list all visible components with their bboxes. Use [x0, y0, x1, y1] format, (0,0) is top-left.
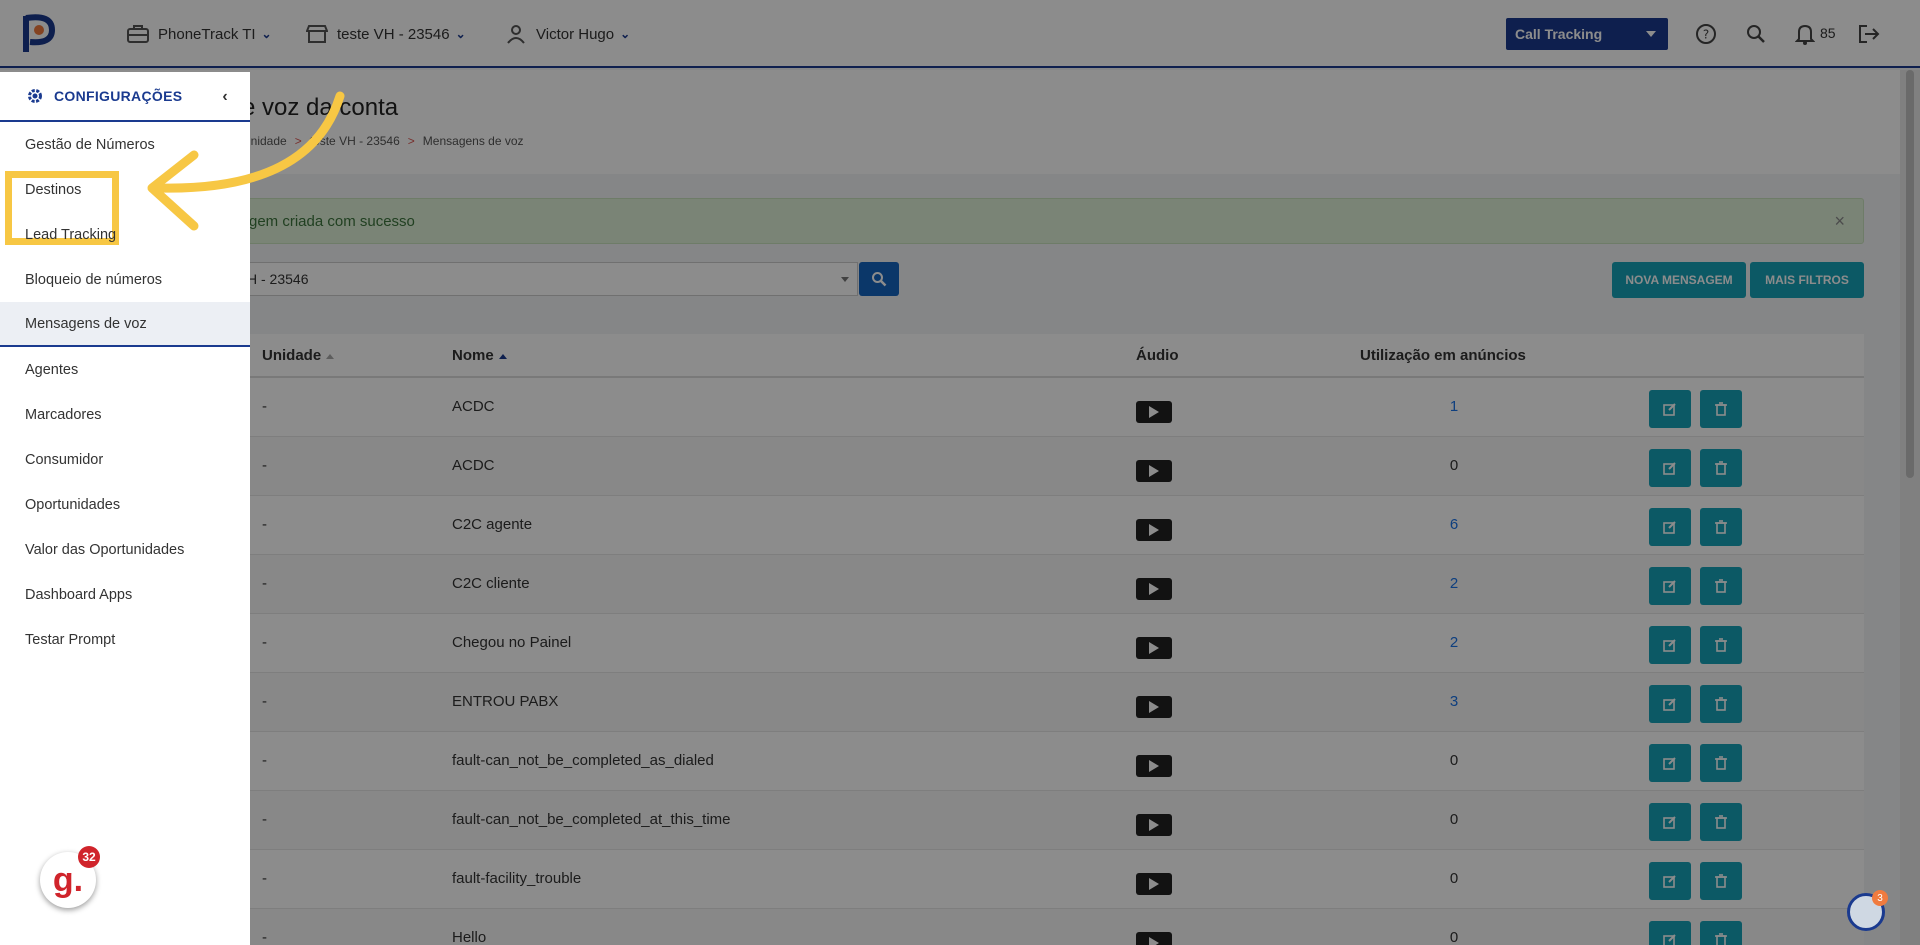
sidebar-item-label: Testar Prompt	[25, 631, 116, 648]
chat-logo: g.	[52, 860, 84, 899]
modal-overlay	[0, 0, 1920, 945]
chevron-left-icon[interactable]: ‹	[222, 88, 228, 106]
sidebar-item-label: Gestão de Números	[25, 136, 155, 153]
sidebar-item-gest-o-de-n-meros[interactable]: Gestão de Números	[0, 122, 250, 167]
sidebar-header: CONFIGURAÇÕES ‹	[0, 72, 250, 122]
sidebar-menu: Gestão de Números Destinos Lead Tracking Bl…	[0, 122, 250, 662]
sidebar-item-label: Consumidor	[25, 451, 104, 468]
sidebar-item-label: Mensagens de voz	[25, 315, 147, 332]
sidebar-item-lead-tracking[interactable]: Lead Tracking	[0, 212, 250, 257]
sidebar-item-bloqueio-de-n-meros[interactable]: Bloqueio de números	[0, 257, 250, 302]
sidebar-item-dashboard-apps[interactable]: Dashboard Apps	[0, 572, 250, 617]
sidebar-item-label: Bloqueio de números	[25, 271, 163, 288]
sidebar-item-mensagens-de-voz[interactable]: Mensagens de voz	[0, 302, 250, 347]
sidebar-item-label: Dashboard Apps	[25, 586, 133, 603]
support-widget[interactable]: 3	[1847, 890, 1888, 931]
sidebar-item-consumidor[interactable]: Consumidor	[0, 437, 250, 482]
support-count-badge: 3	[1872, 890, 1888, 906]
sidebar-item-testar-prompt[interactable]: Testar Prompt	[0, 617, 250, 662]
sidebar-item-label: Valor das Oportunidades	[25, 541, 185, 558]
sidebar-item-label: Oportunidades	[25, 496, 121, 513]
chat-widget[interactable]: g. 32	[40, 846, 100, 908]
sidebar-item-oportunidades[interactable]: Oportunidades	[0, 482, 250, 527]
sidebar-item-label: Lead Tracking	[25, 226, 117, 243]
settings-sidebar: CONFIGURAÇÕES ‹ Gestão de Números Destino…	[0, 72, 250, 945]
sidebar-item-label: Destinos	[25, 181, 82, 198]
gear-icon	[28, 89, 42, 103]
sidebar-item-valor-das-oportunidades[interactable]: Valor das Oportunidades	[0, 527, 250, 572]
chat-count-badge: 32	[78, 846, 100, 868]
sidebar-item-destinos[interactable]: Destinos	[0, 167, 250, 245]
sidebar-item-label: Agentes	[25, 361, 79, 378]
sidebar-item-agentes[interactable]: Agentes	[0, 347, 250, 392]
sidebar-item-marcadores[interactable]: Marcadores	[0, 392, 250, 437]
sidebar-title: CONFIGURAÇÕES	[54, 88, 183, 104]
sidebar-item-label: Marcadores	[25, 406, 102, 423]
